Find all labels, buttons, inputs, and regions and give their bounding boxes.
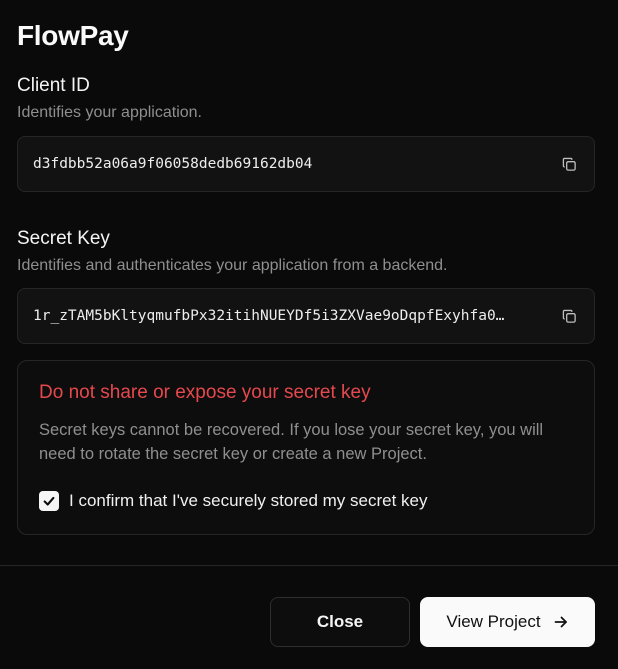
warning-title: Do not share or expose your secret key	[39, 382, 371, 403]
secret-key-label: Secret Key	[17, 228, 110, 249]
view-project-label: View Project	[446, 612, 541, 631]
warning-text: Secret keys cannot be recovered. If you …	[39, 421, 544, 463]
client-id-description: Identifies your application.	[17, 104, 202, 121]
close-button[interactable]: Close	[270, 597, 410, 647]
client-id-field[interactable]: d3fdbb52a06a9f06058dedb69162db04	[17, 136, 595, 192]
secret-key-value[interactable]: 1r_zTAM5bKltyqmufbPx32itihNUEYDf5i3ZXVae…	[33, 308, 548, 324]
checkmark-icon	[43, 496, 55, 506]
copy-client-id-button[interactable]	[558, 153, 580, 175]
client-id-value[interactable]: d3fdbb52a06a9f06058dedb69162db04	[33, 156, 548, 172]
client-id-label: Client ID	[17, 75, 90, 96]
view-project-button[interactable]: View Project	[420, 597, 595, 647]
secret-key-field[interactable]: 1r_zTAM5bKltyqmufbPx32itihNUEYDf5i3ZXVae…	[17, 288, 595, 344]
confirm-label[interactable]: I confirm that I've securely stored my s…	[69, 491, 427, 511]
secret-key-dialog: FlowPay Client ID Identifies your applic…	[0, 0, 618, 669]
arrow-right-icon	[553, 614, 569, 630]
secret-key-description: Identifies and authenticates your applic…	[17, 257, 448, 274]
close-button-label: Close	[316, 612, 364, 631]
copy-icon	[562, 157, 576, 171]
dialog-footer: Close View Project	[0, 565, 618, 669]
secret-key-warning: Do not share or expose your secret key S…	[17, 360, 595, 535]
copy-secret-key-button[interactable]	[558, 305, 580, 327]
confirm-row[interactable]: I confirm that I've securely stored my s…	[39, 491, 573, 511]
confirm-checkbox[interactable]	[39, 491, 59, 511]
copy-icon	[562, 309, 576, 323]
app-title: FlowPay	[17, 20, 129, 51]
